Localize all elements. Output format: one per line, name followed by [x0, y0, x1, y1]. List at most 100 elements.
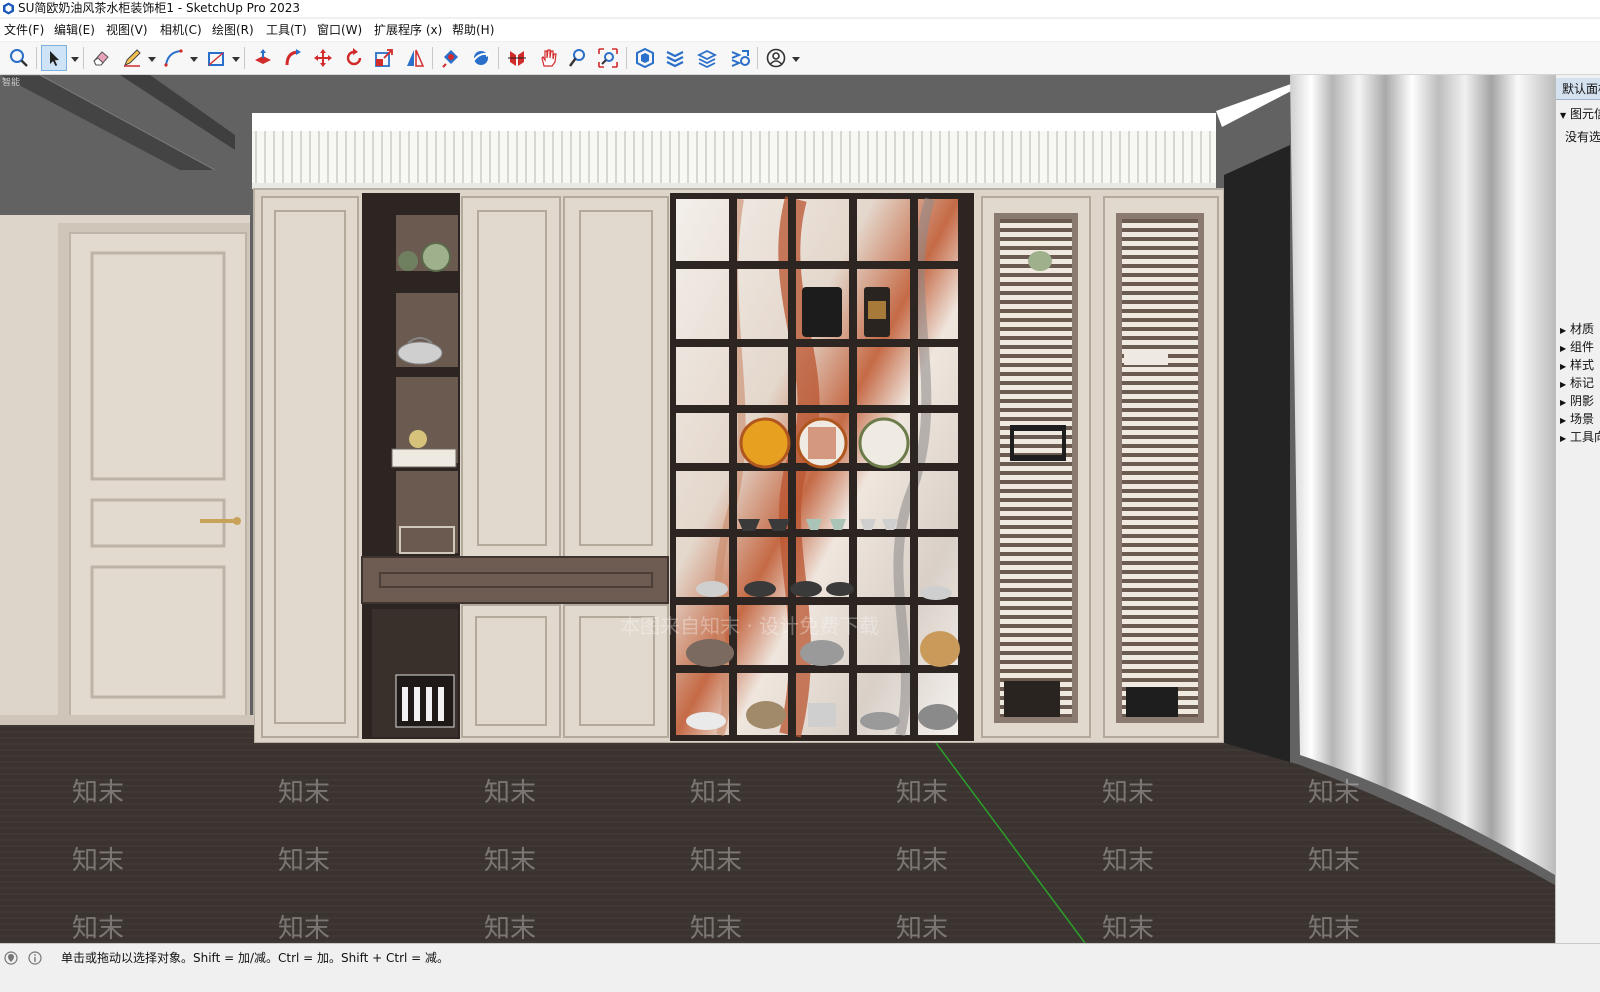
menu-edit[interactable]: 编辑(E) [52, 19, 97, 41]
slatted-door-2[interactable] [1103, 196, 1219, 738]
toolbar-separator [244, 47, 245, 69]
svg-text:知末: 知末 [690, 914, 742, 943]
chevron-down-icon[interactable] [232, 55, 240, 63]
svg-text:知末: 知末 [1308, 846, 1360, 876]
tray-panel-materials[interactable]: ▶ 材质 [1556, 321, 1600, 338]
paint-bucket-icon[interactable] [438, 45, 464, 71]
triangle-right-icon: ▶ [1560, 416, 1567, 425]
toolbar-separator [83, 47, 84, 69]
layers-icon[interactable] [662, 45, 688, 71]
svg-text:知末: 知末 [1102, 846, 1154, 876]
triangle-down-icon: ▼ [1560, 111, 1567, 120]
sketchup-logo-icon [3, 2, 14, 15]
menu-extensions[interactable]: 扩展程序 (x) [372, 19, 444, 41]
tray-panel-instructor[interactable]: ▶工具向导 [1556, 429, 1600, 446]
menu-help[interactable]: 帮助(H) [450, 19, 496, 41]
tray-panel-shadows[interactable]: ▶ 阴影 [1556, 393, 1600, 410]
chevron-down-icon[interactable] [792, 55, 800, 63]
chevron-down-icon[interactable] [148, 55, 156, 63]
tray-panel-tags[interactable]: ▶ 标记 [1556, 375, 1600, 392]
svg-text:知末: 知末 [1308, 914, 1360, 943]
svg-text:知末: 知末 [896, 846, 948, 876]
svg-text:知末: 知末 [1102, 778, 1154, 808]
model-scene[interactable]: 知末 知末 知末 知末 知末 知末 知末 知末 知末 知末 知末 知末 知末 知… [0, 75, 1555, 943]
crown-moulding [252, 113, 1216, 189]
baseboard [0, 715, 254, 725]
book-box [395, 674, 455, 728]
svg-text:知末: 知末 [484, 846, 536, 876]
zoom-extents-icon[interactable] [595, 45, 621, 71]
svg-text:知末: 知末 [896, 778, 948, 808]
search-icon[interactable] [6, 45, 32, 71]
svg-text:知末: 知末 [1102, 914, 1154, 943]
viewport-corner-label: 智能 [2, 76, 20, 88]
rotate-icon[interactable] [341, 45, 367, 71]
toolbar-separator [626, 47, 627, 69]
move-icon[interactable] [310, 45, 336, 71]
svg-text:知末: 知末 [72, 846, 124, 876]
model-viewport[interactable]: 知末 知末 知末 知末 知末 知末 知末 知末 知末 知末 知末 知末 知末 知… [0, 75, 1555, 943]
menu-camera[interactable]: 相机(C) [158, 19, 204, 41]
menu-draw[interactable]: 绘图(R) [210, 19, 256, 41]
select-arrow-icon[interactable] [41, 45, 67, 71]
tray-entity-note: 没有选择内容 [1565, 130, 1600, 144]
scale-icon[interactable] [371, 45, 397, 71]
geo-location-icon[interactable] [4, 951, 18, 965]
pencil-icon[interactable] [119, 45, 145, 71]
toolbar-separator [432, 47, 433, 69]
tray-panel-styles[interactable]: ▶ 样式 [1556, 357, 1600, 374]
eraser-icon[interactable] [88, 45, 114, 71]
triangle-right-icon: ▶ [1560, 362, 1567, 371]
triangle-right-icon: ▶ [1560, 344, 1567, 353]
triangle-right-icon: ▶ [1560, 434, 1567, 443]
status-message: 单击或拖动以选择对象。Shift = 加/减。Ctrl = 加。Shift + … [61, 951, 450, 965]
svg-text:知末: 知末 [690, 846, 742, 876]
svg-text:知末: 知末 [484, 778, 536, 808]
svg-text:知末: 知末 [278, 914, 330, 943]
menu-file[interactable]: 文件(F) [2, 19, 46, 41]
svg-text:知末: 知末 [1308, 778, 1360, 808]
door[interactable] [58, 223, 250, 724]
menu-view[interactable]: 视图(V) [104, 19, 150, 41]
cabinet-door-left[interactable] [261, 196, 359, 738]
countertop-drawer[interactable] [361, 556, 669, 604]
tea-cakes [739, 417, 910, 469]
tray-panel-scenes[interactable]: ▶ 场景 [1556, 411, 1600, 428]
svg-text:知末: 知末 [278, 778, 330, 808]
info-icon[interactable] [28, 951, 42, 965]
rectangle-icon[interactable] [203, 45, 229, 71]
right-wall [1224, 145, 1290, 775]
section-plane-icon[interactable] [504, 45, 530, 71]
extension-warehouse-icon[interactable] [694, 45, 720, 71]
svg-text:本图来自知末 · 设计免费下载: 本图来自知末 · 设计免费下载 [620, 614, 879, 638]
chevron-down-icon[interactable] [71, 55, 79, 63]
orbit-icon[interactable] [468, 45, 494, 71]
follow-me-icon[interactable] [280, 45, 306, 71]
tray-title[interactable]: 默认面板 [1556, 78, 1600, 100]
tray-panel-components[interactable]: ▶ 组件 [1556, 339, 1600, 356]
tray-section-entity-info[interactable]: ▼图元信息 [1556, 106, 1600, 123]
slatted-door-1[interactable] [981, 196, 1091, 738]
window-title: SU简欧奶油风茶水柜装饰柜1 - SketchUp Pro 2023 [18, 1, 301, 15]
pan-icon[interactable] [535, 45, 561, 71]
toolbar [0, 42, 1600, 75]
warehouse-icon[interactable] [632, 45, 658, 71]
menu-window[interactable]: 窗口(W) [315, 19, 364, 41]
default-tray: 默认面板 ▼图元信息 没有选择内容 ▶材质 ▶组件 ▶样式 ▶标记 ▶阴影 ▶场… [1555, 75, 1600, 943]
zoom-icon[interactable] [565, 45, 591, 71]
svg-text:知末: 知末 [690, 778, 742, 808]
menu-tools[interactable]: 工具(T) [264, 19, 309, 41]
toolbar-separator [757, 47, 758, 69]
chevron-down-icon[interactable] [190, 55, 198, 63]
push-pull-icon[interactable] [250, 45, 276, 71]
svg-text:知末: 知末 [484, 914, 536, 943]
svg-text:知末: 知末 [896, 914, 948, 943]
curtain [1290, 75, 1555, 875]
layout-icon[interactable] [727, 45, 753, 71]
menu-bar: 文件(F) 编辑(E) 视图(V) 相机(C) 绘图(R) 工具(T) 窗口(W… [0, 19, 1600, 41]
triangle-right-icon: ▶ [1560, 380, 1567, 389]
arc-icon[interactable] [161, 45, 187, 71]
status-bar: 单击或拖动以选择对象。Shift = 加/减。Ctrl = 加。Shift + … [0, 943, 1600, 992]
account-icon[interactable] [763, 45, 789, 71]
flip-icon[interactable] [402, 45, 428, 71]
